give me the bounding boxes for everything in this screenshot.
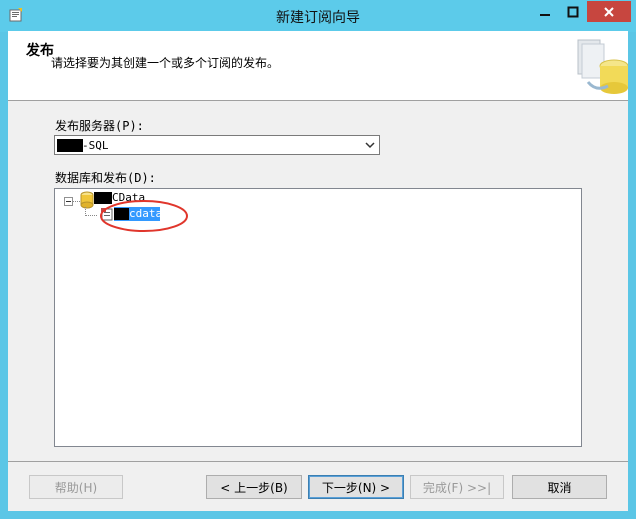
next-button[interactable]: 下一步(N) > xyxy=(308,475,404,499)
collapse-toggle[interactable] xyxy=(64,197,73,206)
databases-label: 数据库和发布(D): xyxy=(55,171,156,185)
server-value: -SQL xyxy=(82,139,109,152)
page-title: 发布 xyxy=(26,43,54,59)
redacted-block xyxy=(57,139,83,152)
title-bar[interactable]: 新建订阅向导 xyxy=(0,0,636,32)
server-label: 发布服务器(P): xyxy=(55,119,144,133)
maximize-icon xyxy=(567,6,578,17)
close-icon xyxy=(604,6,614,17)
cancel-button[interactable]: 取消 xyxy=(512,475,607,499)
database-icon xyxy=(80,191,94,209)
back-button[interactable]: < 上一步(B) xyxy=(206,475,302,499)
help-button[interactable]: 帮助(H) xyxy=(29,475,123,499)
publisher-server-select[interactable]: -SQL xyxy=(54,135,380,155)
annotation-ellipse xyxy=(100,200,188,232)
wizard-header: 发布 请选择要为其创建一个或多个订阅的发布。 xyxy=(8,31,628,101)
tree-connector xyxy=(85,215,97,216)
finish-button[interactable]: 完成(F) >>| xyxy=(410,475,504,499)
publication-tree[interactable]: CData cdata xyxy=(54,188,582,447)
wizard-body: 发布 请选择要为其创建一个或多个订阅的发布。 发布服务器(P): -SQL 数据… xyxy=(8,31,628,511)
footer-divider xyxy=(8,461,628,462)
close-button[interactable] xyxy=(587,1,631,22)
minimize-icon xyxy=(539,13,550,16)
page-description: 请选择要为其创建一个或多个订阅的发布。 xyxy=(51,56,280,70)
minimize-button[interactable] xyxy=(531,1,558,22)
database-subscription-icon xyxy=(577,39,628,94)
chevron-down-icon xyxy=(365,142,375,149)
tree-connector xyxy=(73,201,80,202)
maximize-button[interactable] xyxy=(559,1,586,22)
wizard-window: 新建订阅向导 发布 请选择要为其创建一个或多个订阅的发布。 发布服务器(P): xyxy=(0,0,636,519)
